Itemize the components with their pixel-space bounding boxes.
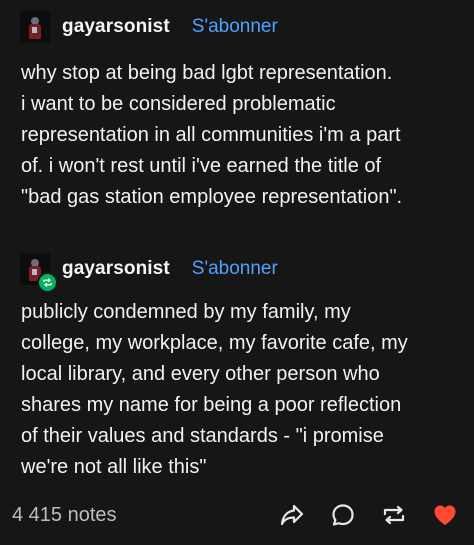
notes-count[interactable]: 4 415 notes [12,504,117,527]
avatar-figure-accent [32,27,37,33]
post-header: gayarsonist S'abonner [20,252,278,293]
reblog-icon [383,505,405,525]
avatar-figure-accent [32,269,37,275]
post-body: why stop at being bad lgbt representatio… [21,62,403,208]
username[interactable]: gayarsonist [62,16,170,38]
post-footer: 4 415 notes [0,498,474,536]
action-bar [277,500,460,530]
like-button[interactable] [430,500,460,530]
share-icon [280,504,304,526]
reply-button[interactable] [328,500,358,530]
reblog-arrows-icon [43,278,52,287]
post-body: publicly condemned by my family, my coll… [21,301,408,478]
avatar[interactable] [20,11,50,43]
follow-button[interactable]: S'abonner [192,258,278,280]
like-icon [434,505,456,525]
share-button[interactable] [277,500,307,530]
username[interactable]: gayarsonist [62,258,170,280]
avatar[interactable] [20,253,58,293]
follow-button[interactable]: S'abonner [192,16,278,38]
reblog-badge-icon [37,272,58,293]
post-header: gayarsonist S'abonner [20,10,278,44]
reblog-button[interactable] [379,500,409,530]
reply-icon [332,504,354,526]
